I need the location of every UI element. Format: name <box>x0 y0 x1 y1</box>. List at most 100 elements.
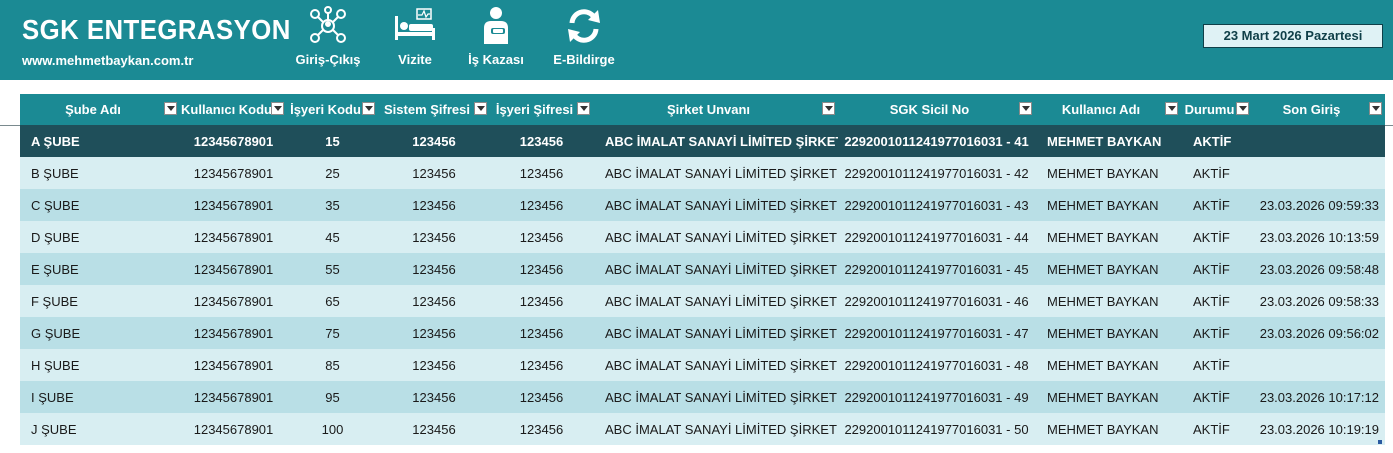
cell-isyeri-sifresi[interactable]: 123456 <box>490 413 593 445</box>
cell-sistem-sifresi[interactable]: 123456 <box>378 413 490 445</box>
filter-dropdown-icon[interactable] <box>577 102 590 115</box>
table-row[interactable]: B ŞUBE 12345678901 25 123456 123456 ABC İMALA… <box>20 157 1385 189</box>
cell-sirket-unvani[interactable]: ABC İMALAT SANAYİ LİMİTED ŞİRKETİ <box>593 253 838 285</box>
cell-sistem-sifresi[interactable]: 123456 <box>378 285 490 317</box>
cell-sgk-sicil-no[interactable]: 2292001011241977016031 - 41 <box>838 125 1035 157</box>
cell-durumu[interactable]: AKTİF <box>1181 317 1252 349</box>
cell-sgk-sicil-no[interactable]: 2292001011241977016031 - 46 <box>838 285 1035 317</box>
cell-durumu[interactable]: AKTİF <box>1181 253 1252 285</box>
cell-kullanici-kodu[interactable]: 12345678901 <box>180 381 287 413</box>
filter-dropdown-icon[interactable] <box>1165 102 1178 115</box>
cell-isyeri-kodu[interactable]: 100 <box>287 413 378 445</box>
cell-sistem-sifresi[interactable]: 123456 <box>378 349 490 381</box>
nav-giris-cikis-button[interactable]: Giriş-Çıkış <box>283 6 373 74</box>
cell-sube-adi[interactable]: F ŞUBE <box>20 285 180 317</box>
cell-sistem-sifresi[interactable]: 123456 <box>378 221 490 253</box>
cell-sistem-sifresi[interactable]: 123456 <box>378 125 490 157</box>
cell-sube-adi[interactable]: C ŞUBE <box>20 189 180 221</box>
table-row[interactable]: H ŞUBE 12345678901 85 123456 123456 ABC İMALA… <box>20 349 1385 381</box>
cell-isyeri-kodu[interactable]: 35 <box>287 189 378 221</box>
cell-isyeri-kodu[interactable]: 55 <box>287 253 378 285</box>
table-row[interactable]: A ŞUBE 12345678901 15 123456 123456 ABC İMALA… <box>20 125 1385 157</box>
cell-sube-adi[interactable]: I ŞUBE <box>20 381 180 413</box>
cell-sube-adi[interactable]: G ŞUBE <box>20 317 180 349</box>
cell-sgk-sicil-no[interactable]: 2292001011241977016031 - 45 <box>838 253 1035 285</box>
cell-sube-adi[interactable]: B ŞUBE <box>20 157 180 189</box>
cell-sistem-sifresi[interactable]: 123456 <box>378 253 490 285</box>
cell-sgk-sicil-no[interactable]: 2292001011241977016031 - 42 <box>838 157 1035 189</box>
cell-sirket-unvani[interactable]: ABC İMALAT SANAYİ LİMİTED ŞİRKETİ <box>593 381 838 413</box>
cell-sirket-unvani[interactable]: ABC İMALAT SANAYİ LİMİTED ŞİRKETİ <box>593 285 838 317</box>
filter-dropdown-icon[interactable] <box>474 102 487 115</box>
cell-durumu[interactable]: AKTİF <box>1181 221 1252 253</box>
cell-kullanici-adi[interactable]: MEHMET BAYKAN <box>1035 189 1181 221</box>
cell-isyeri-kodu[interactable]: 25 <box>287 157 378 189</box>
cell-isyeri-sifresi[interactable]: 123456 <box>490 285 593 317</box>
cell-kullanici-kodu[interactable]: 12345678901 <box>180 253 287 285</box>
cell-son-giris[interactable] <box>1252 125 1385 157</box>
cell-sgk-sicil-no[interactable]: 2292001011241977016031 - 44 <box>838 221 1035 253</box>
filter-dropdown-icon[interactable] <box>822 102 835 115</box>
cell-sistem-sifresi[interactable]: 123456 <box>378 157 490 189</box>
cell-kullanici-adi[interactable]: MEHMET BAYKAN <box>1035 125 1181 157</box>
table-row[interactable]: I ŞUBE 12345678901 95 123456 123456 ABC İMALA… <box>20 381 1385 413</box>
cell-son-giris[interactable]: 23.03.2026 09:58:48 <box>1252 253 1385 285</box>
cell-durumu[interactable]: AKTİF <box>1181 413 1252 445</box>
filter-dropdown-icon[interactable] <box>1236 102 1249 115</box>
cell-kullanici-adi[interactable]: MEHMET BAYKAN <box>1035 253 1181 285</box>
cell-isyeri-sifresi[interactable]: 123456 <box>490 157 593 189</box>
cell-son-giris[interactable] <box>1252 157 1385 189</box>
cell-sistem-sifresi[interactable]: 123456 <box>378 381 490 413</box>
cell-kullanici-kodu[interactable]: 12345678901 <box>180 157 287 189</box>
cell-durumu[interactable]: AKTİF <box>1181 285 1252 317</box>
cell-durumu[interactable]: AKTİF <box>1181 381 1252 413</box>
cell-kullanici-kodu[interactable]: 12345678901 <box>180 125 287 157</box>
cell-sistem-sifresi[interactable]: 123456 <box>378 317 490 349</box>
cell-son-giris[interactable]: 23.03.2026 10:13:59 <box>1252 221 1385 253</box>
cell-sgk-sicil-no[interactable]: 2292001011241977016031 - 49 <box>838 381 1035 413</box>
cell-son-giris[interactable]: 23.03.2026 09:58:33 <box>1252 285 1385 317</box>
cell-sirket-unvani[interactable]: ABC İMALAT SANAYİ LİMİTED ŞİRKETİ <box>593 317 838 349</box>
table-row[interactable]: C ŞUBE 12345678901 35 123456 123456 ABC İMALA… <box>20 189 1385 221</box>
table-row[interactable]: J ŞUBE 12345678901 100 123456 123456 ABC İMAL… <box>20 413 1385 445</box>
cell-sirket-unvani[interactable]: ABC İMALAT SANAYİ LİMİTED ŞİRKETİ <box>593 413 838 445</box>
cell-son-giris[interactable]: 23.03.2026 09:59:33 <box>1252 189 1385 221</box>
cell-isyeri-sifresi[interactable]: 123456 <box>490 317 593 349</box>
cell-sgk-sicil-no[interactable]: 2292001011241977016031 - 50 <box>838 413 1035 445</box>
cell-kullanici-adi[interactable]: MEHMET BAYKAN <box>1035 221 1181 253</box>
nav-vizite-button[interactable]: Vizite <box>370 6 460 74</box>
table-row[interactable]: D ŞUBE 12345678901 45 123456 123456 ABC İMALA… <box>20 221 1385 253</box>
cell-durumu[interactable]: AKTİF <box>1181 189 1252 221</box>
cell-kullanici-kodu[interactable]: 12345678901 <box>180 285 287 317</box>
cell-durumu[interactable]: AKTİF <box>1181 125 1252 157</box>
cell-son-giris[interactable] <box>1252 349 1385 381</box>
cell-isyeri-kodu[interactable]: 95 <box>287 381 378 413</box>
cell-kullanici-kodu[interactable]: 12345678901 <box>180 221 287 253</box>
cell-isyeri-sifresi[interactable]: 123456 <box>490 349 593 381</box>
filter-dropdown-icon[interactable] <box>271 102 284 115</box>
cell-kullanici-adi[interactable]: MEHMET BAYKAN <box>1035 349 1181 381</box>
cell-sgk-sicil-no[interactable]: 2292001011241977016031 - 47 <box>838 317 1035 349</box>
table-resize-handle[interactable] <box>1378 440 1382 444</box>
cell-isyeri-kodu[interactable]: 45 <box>287 221 378 253</box>
cell-son-giris[interactable]: 23.03.2026 10:17:12 <box>1252 381 1385 413</box>
filter-dropdown-icon[interactable] <box>1369 102 1382 115</box>
cell-durumu[interactable]: AKTİF <box>1181 349 1252 381</box>
table-row[interactable]: E ŞUBE 12345678901 55 123456 123456 ABC İMALA… <box>20 253 1385 285</box>
cell-durumu[interactable]: AKTİF <box>1181 157 1252 189</box>
filter-dropdown-icon[interactable] <box>362 102 375 115</box>
cell-sube-adi[interactable]: H ŞUBE <box>20 349 180 381</box>
cell-kullanici-kodu[interactable]: 12345678901 <box>180 189 287 221</box>
cell-kullanici-adi[interactable]: MEHMET BAYKAN <box>1035 381 1181 413</box>
cell-kullanici-kodu[interactable]: 12345678901 <box>180 317 287 349</box>
nav-e-bildirge-button[interactable]: E-Bildirge <box>539 6 629 74</box>
cell-isyeri-sifresi[interactable]: 123456 <box>490 221 593 253</box>
cell-sube-adi[interactable]: J ŞUBE <box>20 413 180 445</box>
cell-sube-adi[interactable]: E ŞUBE <box>20 253 180 285</box>
cell-isyeri-sifresi[interactable]: 123456 <box>490 381 593 413</box>
cell-kullanici-adi[interactable]: MEHMET BAYKAN <box>1035 157 1181 189</box>
cell-isyeri-sifresi[interactable]: 123456 <box>490 253 593 285</box>
cell-isyeri-kodu[interactable]: 75 <box>287 317 378 349</box>
cell-kullanici-kodu[interactable]: 12345678901 <box>180 349 287 381</box>
filter-dropdown-icon[interactable] <box>1019 102 1032 115</box>
